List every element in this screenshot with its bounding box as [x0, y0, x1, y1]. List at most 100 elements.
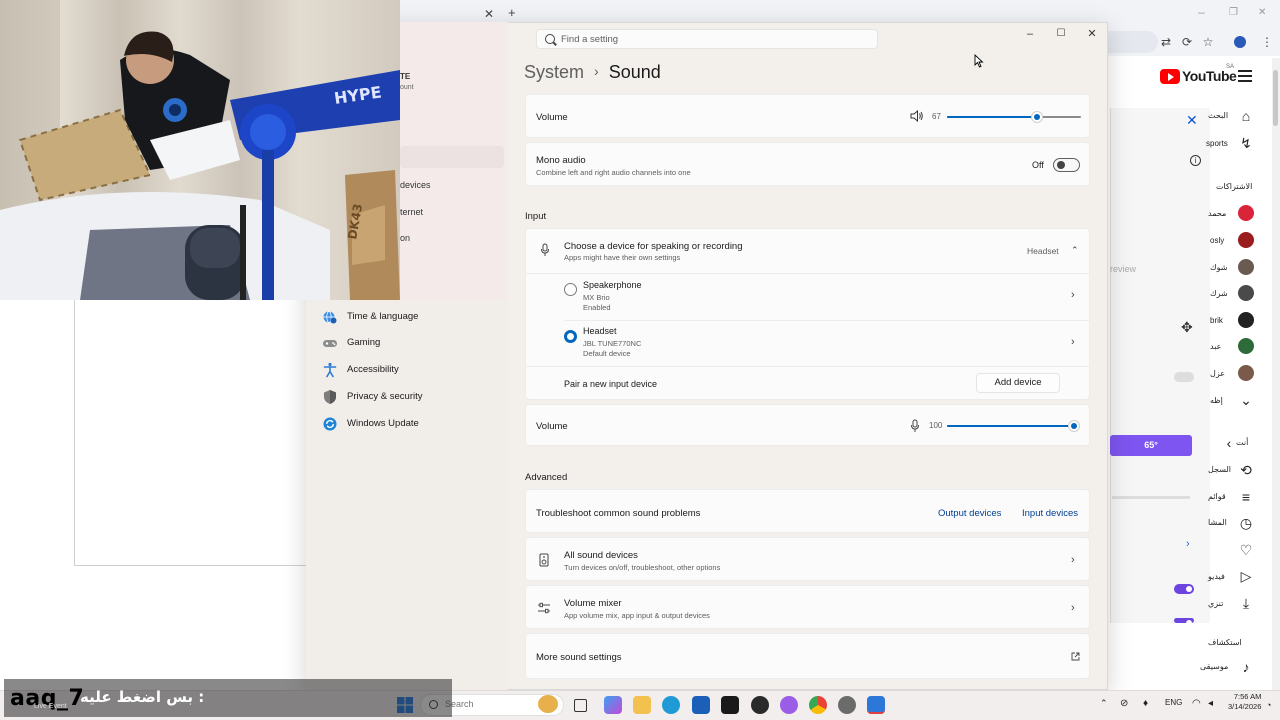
browser-restore-icon[interactable]: ❐: [1229, 7, 1238, 19]
chevron-right-icon[interactable]: ›: [1071, 337, 1079, 348]
channel-avatar[interactable]: [1238, 205, 1254, 221]
nav-time-language[interactable]: Time & language: [322, 307, 502, 329]
taskbar-search-input[interactable]: [445, 699, 545, 709]
nav-devices-fragment[interactable]: devices: [400, 180, 431, 190]
home-icon[interactable]: ⌂: [1238, 108, 1254, 124]
channel-avatar[interactable]: [1238, 365, 1254, 381]
nav-accessibility[interactable]: Accessibility: [322, 360, 502, 382]
panel-toggle-off[interactable]: [1174, 372, 1194, 382]
you-chevron-icon[interactable]: ‹: [1224, 435, 1234, 451]
liked-icon[interactable]: ♡: [1238, 542, 1254, 558]
taskbar-clock[interactable]: 7:56 AM 3/14/2026: [1228, 692, 1261, 712]
headset-option[interactable]: Headset JBL TUNE770NC Default device ›: [526, 321, 1089, 365]
downloads-icon[interactable]: ⤓: [1238, 595, 1254, 611]
task-view-icon[interactable]: [574, 699, 587, 712]
input-volume-thumb[interactable]: [1069, 421, 1079, 431]
channel-avatar[interactable]: [1238, 285, 1254, 301]
shorts-icon[interactable]: ↯: [1238, 135, 1254, 151]
browser-scrollbar[interactable]: [1272, 58, 1280, 690]
breadcrumb: System › Sound: [524, 62, 661, 83]
settings-gear-icon[interactable]: [838, 696, 856, 714]
output-devices-link[interactable]: Output devices: [938, 508, 1001, 519]
browser-close-icon[interactable]: ✕: [1258, 7, 1266, 19]
screenshot-icon[interactable]: ⟳: [1180, 35, 1194, 49]
search-input[interactable]: [561, 33, 861, 46]
move-icon[interactable]: ✥: [1181, 320, 1195, 334]
profile-avatar[interactable]: [1234, 36, 1246, 48]
tray-chevron-icon[interactable]: ⌃: [1100, 698, 1108, 709]
all-sound-devices-card[interactable]: All sound devices Turn devices on/off, t…: [525, 537, 1090, 581]
speakerphone-option[interactable]: Speakerphone MX Brio Enabled ›: [526, 274, 1089, 320]
output-volume-thumb[interactable]: [1032, 112, 1042, 122]
address-bar[interactable]: [1108, 31, 1158, 53]
chevron-right-icon[interactable]: ›: [1071, 290, 1079, 301]
app-icon[interactable]: [721, 696, 739, 714]
panel-toggle-on[interactable]: [1174, 584, 1194, 594]
mono-audio-toggle[interactable]: [1053, 158, 1080, 172]
chrome-icon[interactable]: [809, 696, 827, 714]
more-sound-settings-card[interactable]: More sound settings: [525, 633, 1090, 679]
expand-chevron-icon[interactable]: ⌄: [1238, 392, 1254, 408]
tray-mic-icon[interactable]: ♦: [1143, 698, 1148, 709]
new-tab-icon[interactable]: +: [508, 6, 516, 19]
language-indicator[interactable]: ENG: [1165, 698, 1182, 707]
chevron-right-icon[interactable]: ›: [1071, 603, 1079, 614]
channel-avatar[interactable]: [1238, 312, 1254, 328]
chevron-right-icon[interactable]: ›: [1071, 555, 1079, 566]
panel-chevron-icon[interactable]: ›: [1186, 538, 1190, 550]
breadcrumb-system[interactable]: System: [524, 62, 584, 82]
app-purple-icon[interactable]: [780, 696, 798, 714]
nav-gaming[interactable]: Gaming: [322, 333, 502, 355]
collapse-chevron-icon[interactable]: ⌃: [1071, 245, 1079, 255]
channel-avatar[interactable]: [1238, 338, 1254, 354]
translate-icon[interactable]: ⇄: [1159, 35, 1173, 49]
browser-menu-icon[interactable]: ⋮: [1260, 35, 1274, 49]
nav-network-fragment[interactable]: ternet: [400, 207, 423, 217]
nav-privacy-security[interactable]: Privacy & security: [322, 387, 502, 409]
mono-audio-title: Mono audio: [536, 155, 586, 166]
file-explorer-icon[interactable]: [633, 696, 651, 714]
speaker-icon[interactable]: [910, 110, 924, 122]
info-icon[interactable]: i: [1190, 155, 1201, 166]
copilot-icon[interactable]: [604, 696, 622, 714]
globe-clock-icon: [323, 311, 337, 324]
external-link-icon[interactable]: [1071, 652, 1080, 661]
history-icon[interactable]: ⟲: [1238, 462, 1254, 478]
microphone-icon[interactable]: [910, 419, 920, 433]
nav-personalization-fragment[interactable]: on: [400, 233, 410, 243]
nav-windows-update[interactable]: Windows Update: [322, 414, 502, 436]
notification-bell-icon[interactable]: ◔: [1266, 700, 1271, 710]
browser-scroll-thumb[interactable]: [1273, 70, 1278, 126]
browser-minimize-icon[interactable]: –: [1198, 6, 1205, 18]
settings-search-box[interactable]: [536, 29, 878, 49]
volume-tray-icon[interactable]: ◂: [1208, 698, 1213, 709]
nav-selected-item[interactable]: [400, 146, 504, 168]
speakerphone-radio[interactable]: [564, 283, 577, 296]
close-icon[interactable]: ✕: [1080, 26, 1104, 42]
help-icon[interactable]: [867, 696, 885, 714]
store-icon[interactable]: [692, 696, 710, 714]
add-device-button[interactable]: Add device: [976, 373, 1060, 393]
channel-avatar[interactable]: [1238, 259, 1254, 275]
minimize-icon[interactable]: –: [1018, 26, 1042, 42]
volume-mixer-card[interactable]: Volume mixer App volume mix, app input &…: [525, 585, 1090, 629]
youtube-menu-icon[interactable]: [1238, 70, 1252, 82]
headset-radio[interactable]: [564, 330, 577, 343]
obs-icon[interactable]: [751, 696, 769, 714]
tray-network-off-icon[interactable]: ⊘: [1120, 698, 1128, 709]
music-icon[interactable]: ♪: [1238, 659, 1254, 675]
temperature-button[interactable]: 65°: [1110, 435, 1192, 456]
maximize-icon[interactable]: ☐: [1049, 26, 1073, 42]
your-videos-icon[interactable]: ▷: [1238, 568, 1254, 584]
watch-later-icon[interactable]: ◷: [1238, 515, 1254, 531]
channel-avatar[interactable]: [1238, 232, 1254, 248]
playlists-icon[interactable]: ≡: [1238, 489, 1254, 505]
panel-close-icon[interactable]: ✕: [1186, 113, 1198, 127]
edge-icon[interactable]: [662, 696, 680, 714]
input-devices-link[interactable]: Input devices: [1022, 508, 1078, 519]
panel-toggle-on-2[interactable]: [1174, 618, 1194, 626]
wifi-icon[interactable]: ◠: [1192, 698, 1201, 709]
close-tab-icon[interactable]: ✕: [484, 8, 494, 20]
bookmark-star-icon[interactable]: ☆: [1201, 35, 1215, 49]
search-highlight-icon[interactable]: [538, 695, 558, 713]
